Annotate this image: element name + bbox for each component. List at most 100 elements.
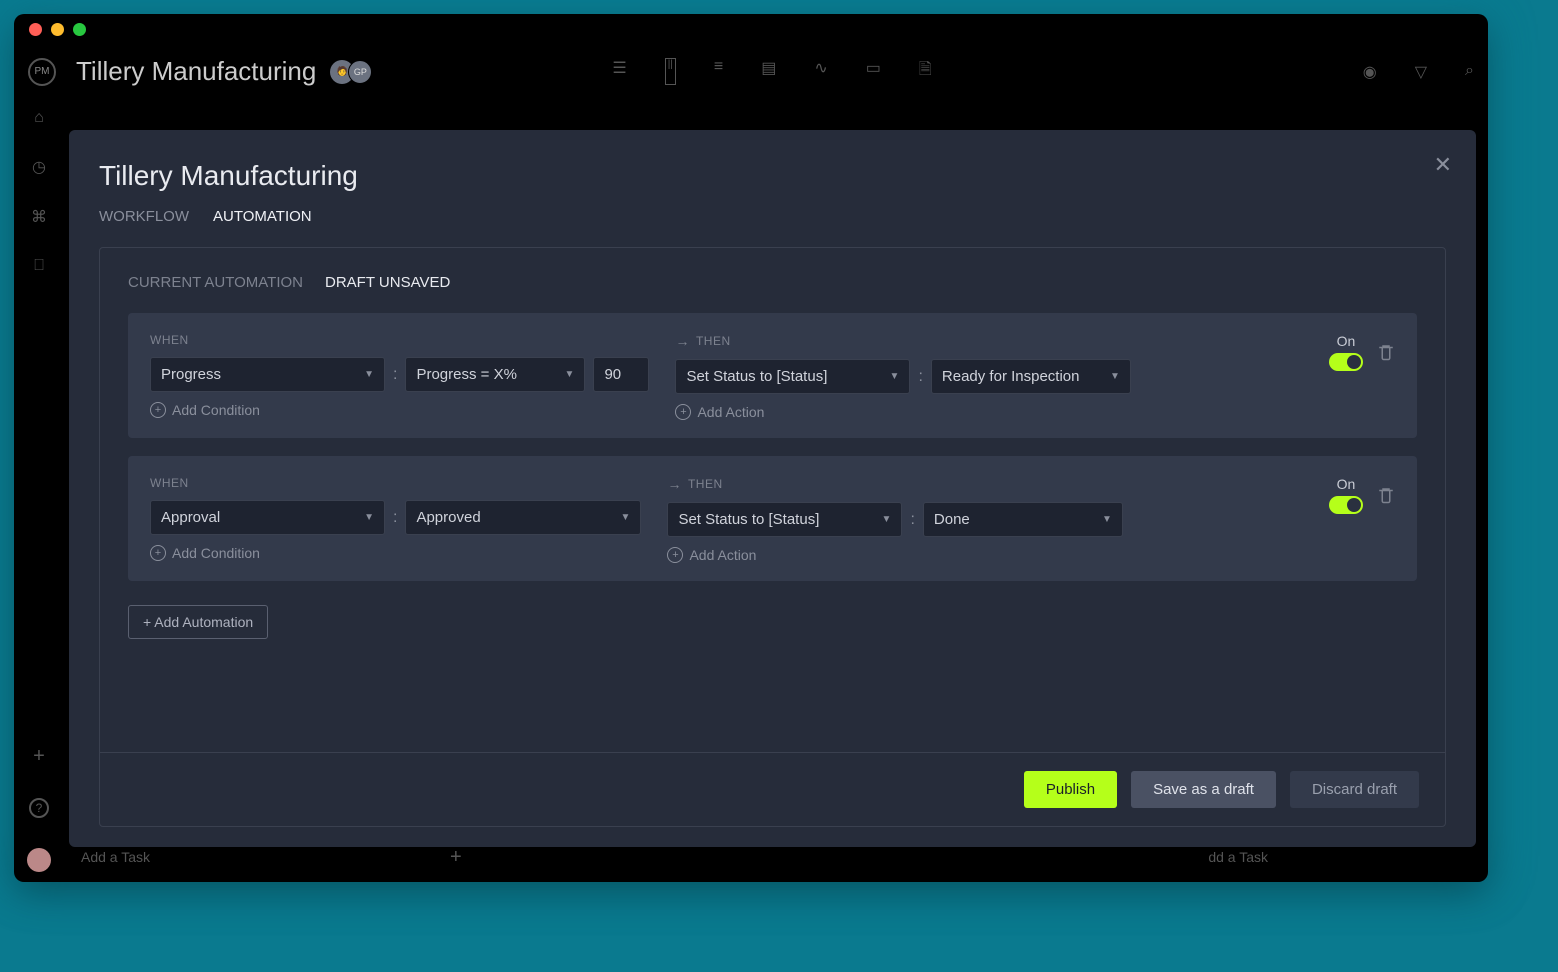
when-operator-value: Approved bbox=[416, 509, 480, 526]
then-action-select[interactable]: Set Status to [Status] ▼ bbox=[675, 359, 910, 394]
then-section: → THEN Set Status to [Status] ▼ : Ready f… bbox=[675, 333, 1130, 420]
add-task-right[interactable]: dd a Task bbox=[1208, 849, 1268, 865]
help-icon[interactable]: ? bbox=[29, 798, 49, 818]
colon-separator: : bbox=[910, 511, 914, 529]
subtab-draft-unsaved[interactable]: DRAFT UNSAVED bbox=[325, 274, 450, 291]
tab-workflow[interactable]: WORKFLOW bbox=[99, 208, 189, 225]
trash-icon[interactable] bbox=[1377, 486, 1395, 504]
calendar-view-icon[interactable]: ▭ bbox=[866, 58, 881, 85]
toggle-label: On bbox=[1337, 476, 1356, 492]
view-switcher: ☰ || ≡ ▤ ∿ ▭ 🗎 bbox=[612, 58, 931, 85]
colon-separator: : bbox=[918, 368, 922, 386]
discard-draft-button[interactable]: Discard draft bbox=[1290, 771, 1419, 808]
add-action-button[interactable]: + Add Action bbox=[667, 547, 1122, 563]
rule-controls: On bbox=[1329, 333, 1395, 371]
plus-circle-icon: + bbox=[150, 545, 166, 561]
publish-button[interactable]: Publish bbox=[1024, 771, 1117, 808]
search-icon[interactable]: ⌕ bbox=[1465, 62, 1474, 82]
enable-toggle[interactable] bbox=[1329, 496, 1363, 514]
plus-circle-icon: + bbox=[675, 404, 691, 420]
when-operator-select[interactable]: Approved ▼ bbox=[405, 500, 641, 535]
home-icon[interactable]: ⌂ bbox=[34, 109, 44, 127]
then-value-select[interactable]: Done ▼ bbox=[923, 502, 1123, 537]
dialog-tabs: WORKFLOW AUTOMATION bbox=[99, 208, 1446, 225]
add-condition-label: Add Condition bbox=[172, 545, 260, 561]
window-maximize-button[interactable] bbox=[73, 23, 86, 36]
chevron-down-icon: ▼ bbox=[364, 369, 374, 380]
add-action-label: Add Action bbox=[689, 547, 756, 563]
chevron-down-icon: ▼ bbox=[882, 514, 892, 525]
when-label: WHEN bbox=[150, 333, 649, 347]
when-value-input[interactable] bbox=[593, 357, 649, 392]
add-automation-label: + Add Automation bbox=[143, 614, 253, 630]
top-toolbar: PM Tillery Manufacturing 🧑 GP ☰ || ≡ ▤ ∿… bbox=[14, 44, 1488, 99]
list-view-icon[interactable]: ☰ bbox=[612, 58, 626, 85]
when-trigger-select[interactable]: Approval ▼ bbox=[150, 500, 385, 535]
then-value: Done bbox=[934, 511, 970, 528]
toggle-label: On bbox=[1337, 333, 1356, 349]
when-operator-select[interactable]: Progress = X% ▼ bbox=[405, 357, 585, 392]
activity-view-icon[interactable]: ∿ bbox=[814, 58, 827, 85]
when-trigger-value: Progress bbox=[161, 366, 221, 383]
then-label: THEN bbox=[696, 334, 731, 348]
board-view-icon[interactable]: || bbox=[665, 58, 676, 85]
window-close-button[interactable] bbox=[29, 23, 42, 36]
close-icon[interactable]: ✕ bbox=[1434, 152, 1452, 178]
chevron-down-icon: ▼ bbox=[364, 512, 374, 523]
automation-rule: WHEN Progress ▼ : Progress = X% ▼ bbox=[128, 313, 1417, 438]
chevron-down-icon: ▼ bbox=[565, 369, 575, 380]
trash-icon[interactable] bbox=[1377, 343, 1395, 361]
avatar-initials: GP bbox=[348, 60, 372, 84]
rules-list: WHEN Progress ▼ : Progress = X% ▼ bbox=[100, 313, 1445, 752]
when-section: WHEN Progress ▼ : Progress = X% ▼ bbox=[150, 333, 649, 418]
sheet-view-icon[interactable]: ▤ bbox=[761, 58, 776, 85]
add-condition-label: Add Condition bbox=[172, 402, 260, 418]
arrow-right-icon: → bbox=[667, 476, 682, 492]
tab-automation[interactable]: AUTOMATION bbox=[213, 208, 312, 225]
chevron-down-icon: ▼ bbox=[890, 371, 900, 382]
window-titlebar bbox=[14, 14, 1488, 44]
then-section: →THEN Set Status to [Status] ▼ : Done ▼ bbox=[667, 476, 1122, 563]
automation-dialog: ✕ Tillery Manufacturing WORKFLOW AUTOMAT… bbox=[69, 130, 1476, 847]
user-avatar[interactable] bbox=[27, 848, 51, 872]
toolbar-right: ◉ ▽ ⌕ bbox=[1363, 62, 1474, 82]
save-draft-button[interactable]: Save as a draft bbox=[1131, 771, 1276, 808]
when-section: WHEN Approval ▼ : Approved ▼ bbox=[150, 476, 641, 561]
window-minimize-button[interactable] bbox=[51, 23, 64, 36]
automation-rule: WHEN Approval ▼ : Approved ▼ bbox=[128, 456, 1417, 581]
briefcase-icon[interactable]: ⎕ bbox=[34, 257, 44, 275]
add-automation-button[interactable]: + Add Automation bbox=[128, 605, 268, 639]
add-condition-button[interactable]: + Add Condition bbox=[150, 545, 641, 561]
filter-icon[interactable]: ▽ bbox=[1415, 62, 1427, 82]
file-view-icon[interactable]: 🗎 bbox=[919, 58, 932, 85]
enable-toggle[interactable] bbox=[1329, 353, 1363, 371]
app-logo[interactable]: PM bbox=[28, 58, 56, 86]
plus-circle-icon: + bbox=[667, 547, 683, 563]
plus-circle-icon: + bbox=[150, 402, 166, 418]
add-action-button[interactable]: + Add Action bbox=[675, 404, 1130, 420]
project-title: Tillery Manufacturing bbox=[76, 56, 316, 87]
when-trigger-select[interactable]: Progress ▼ bbox=[150, 357, 385, 392]
add-icon[interactable]: + bbox=[33, 745, 45, 768]
colon-separator: : bbox=[393, 509, 397, 527]
rule-controls: On bbox=[1329, 476, 1395, 514]
then-value-select[interactable]: Ready for Inspection ▼ bbox=[931, 359, 1131, 394]
chevron-down-icon: ▼ bbox=[1102, 514, 1112, 525]
clock-icon[interactable]: ◷ bbox=[32, 157, 46, 177]
add-action-label: Add Action bbox=[697, 404, 764, 420]
add-condition-button[interactable]: + Add Condition bbox=[150, 402, 649, 418]
colon-separator: : bbox=[393, 366, 397, 384]
people-icon[interactable]: ⌘ bbox=[31, 207, 47, 227]
then-action-value: Set Status to [Status] bbox=[678, 511, 819, 528]
subtab-current-automation[interactable]: CURRENT AUTOMATION bbox=[128, 274, 303, 291]
arrow-right-icon: → bbox=[675, 333, 690, 349]
left-sidebar: ⌂ ◷ ⌘ ⎕ + ? bbox=[14, 99, 64, 882]
add-task-plus-icon[interactable]: + bbox=[450, 846, 462, 869]
then-value: Ready for Inspection bbox=[942, 368, 1080, 385]
add-task-left[interactable]: Add a Task bbox=[69, 849, 150, 865]
dialog-footer: Publish Save as a draft Discard draft bbox=[100, 752, 1445, 826]
then-action-select[interactable]: Set Status to [Status] ▼ bbox=[667, 502, 902, 537]
visibility-icon[interactable]: ◉ bbox=[1363, 62, 1377, 82]
avatar-group[interactable]: 🧑 GP bbox=[330, 60, 372, 84]
gantt-view-icon[interactable]: ≡ bbox=[714, 58, 723, 85]
